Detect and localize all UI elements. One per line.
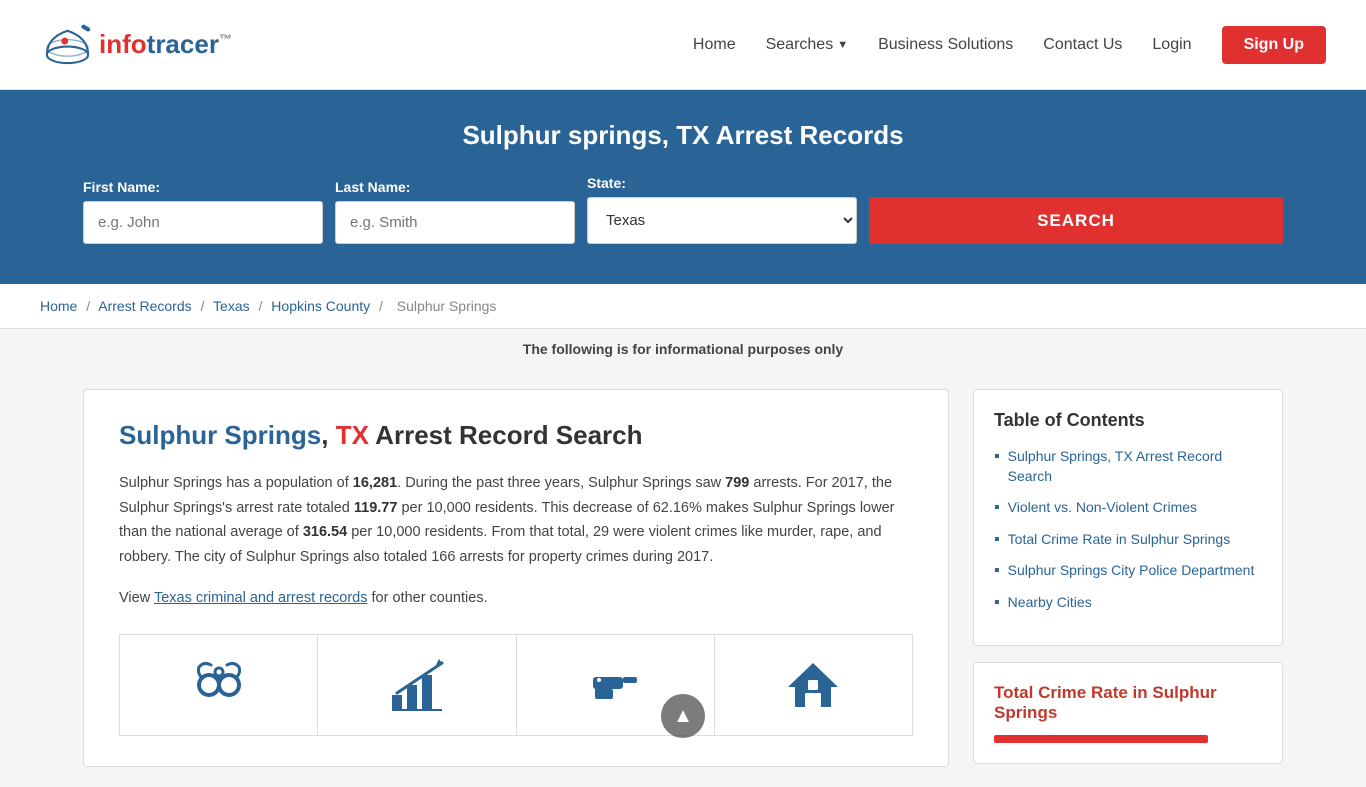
toc-link-5[interactable]: Nearby Cities [1008,593,1092,613]
hero-section: Sulphur springs, TX Arrest Records First… [0,90,1366,284]
article-link-suffix: for other counties. [368,590,488,606]
handcuffs-cell [120,635,318,735]
nav-login[interactable]: Login [1152,36,1191,54]
breadcrumb: Home / Arrest Records / Texas / Hopkins … [0,284,1366,329]
last-name-input[interactable] [335,201,575,244]
first-name-label: First Name: [83,179,323,195]
article-title-state: TX [336,420,369,450]
house-cell [715,635,912,735]
header: infotracer™ Home Searches ▼ Business Sol… [0,0,1366,90]
crime-bar [994,735,1208,743]
nav-signup[interactable]: Sign Up [1222,26,1326,64]
gun-icon [585,655,645,715]
notice-bar: The following is for informational purpo… [0,329,1366,369]
toc-link-3[interactable]: Total Crime Rate in Sulphur Springs [1008,530,1231,550]
chevron-down-icon: ▼ [837,39,848,51]
toc-title: Table of Contents [994,410,1262,431]
breadcrumb-home[interactable]: Home [40,298,77,314]
first-name-input[interactable] [83,201,323,244]
scroll-top-button[interactable]: ▲ [661,694,705,738]
crime-card: Total Crime Rate in Sulphur Springs [973,662,1283,764]
article-section: Sulphur Springs, TX Arrest Record Search… [83,389,949,767]
state-label: State: [587,175,857,191]
nav-business-solutions[interactable]: Business Solutions [878,36,1013,54]
toc-list: Sulphur Springs, TX Arrest Record Search… [994,447,1262,613]
logo-tm: ™ [219,31,232,46]
texas-records-link[interactable]: Texas criminal and arrest records [154,590,368,606]
article-link-paragraph: View Texas criminal and arrest records f… [119,586,913,611]
toc-link-1[interactable]: Sulphur Springs, TX Arrest Record Search [1008,447,1262,486]
search-form: First Name: Last Name: State: AlabamaAla… [83,175,1283,244]
toc-item-4: Sulphur Springs City Police Department [994,561,1262,581]
state-group: State: AlabamaAlaskaArizonaArkansas Cali… [587,175,857,244]
last-name-group: Last Name: [335,179,575,244]
notice-text: The following is for informational purpo… [523,341,843,357]
nav-searches[interactable]: Searches ▼ [766,36,848,54]
page-title: Sulphur springs, TX Arrest Records [40,120,1326,151]
chart-cell [318,635,516,735]
first-name-group: First Name: [83,179,323,244]
toc-link-2[interactable]: Violent vs. Non-Violent Crimes [1008,498,1197,518]
last-name-label: Last Name: [335,179,575,195]
toc-item-5: Nearby Cities [994,593,1262,613]
toc-item-2: Violent vs. Non-Violent Crimes [994,498,1262,518]
breadcrumb-arrest-records[interactable]: Arrest Records [98,298,191,314]
logo-tracer: tracer [147,29,219,59]
chart-icon [387,655,447,715]
state-select[interactable]: AlabamaAlaskaArizonaArkansas CaliforniaC… [587,197,857,244]
crime-title: Total Crime Rate in Sulphur Springs [994,683,1262,723]
breadcrumb-hopkins-county[interactable]: Hopkins County [271,298,370,314]
toc-card: Table of Contents Sulphur Springs, TX Ar… [973,389,1283,646]
logo-icon [40,17,95,72]
icon-row [119,634,913,736]
article-title: Sulphur Springs, TX Arrest Record Search [119,420,913,451]
article-body: Sulphur Springs has a population of 16,2… [119,471,913,570]
handcuffs-icon [189,655,249,715]
breadcrumb-current: Sulphur Springs [397,298,497,314]
right-sidebar: Table of Contents Sulphur Springs, TX Ar… [973,389,1283,767]
article-link-prefix: View [119,590,154,606]
toc-link-4[interactable]: Sulphur Springs City Police Department [1008,561,1255,581]
house-icon [783,655,843,715]
logo: infotracer™ [40,17,232,72]
main-nav: Home Searches ▼ Business Solutions Conta… [693,26,1326,64]
toc-item-1: Sulphur Springs, TX Arrest Record Search [994,447,1262,486]
toc-item-3: Total Crime Rate in Sulphur Springs [994,530,1262,550]
nav-contact-us[interactable]: Contact Us [1043,36,1122,54]
search-button[interactable]: SEARCH [869,197,1283,244]
logo-info: info [99,29,147,59]
article-title-rest: Arrest Record Search [369,420,643,450]
article-title-city: Sulphur Springs [119,420,321,450]
breadcrumb-texas[interactable]: Texas [213,298,250,314]
nav-home[interactable]: Home [693,36,736,54]
